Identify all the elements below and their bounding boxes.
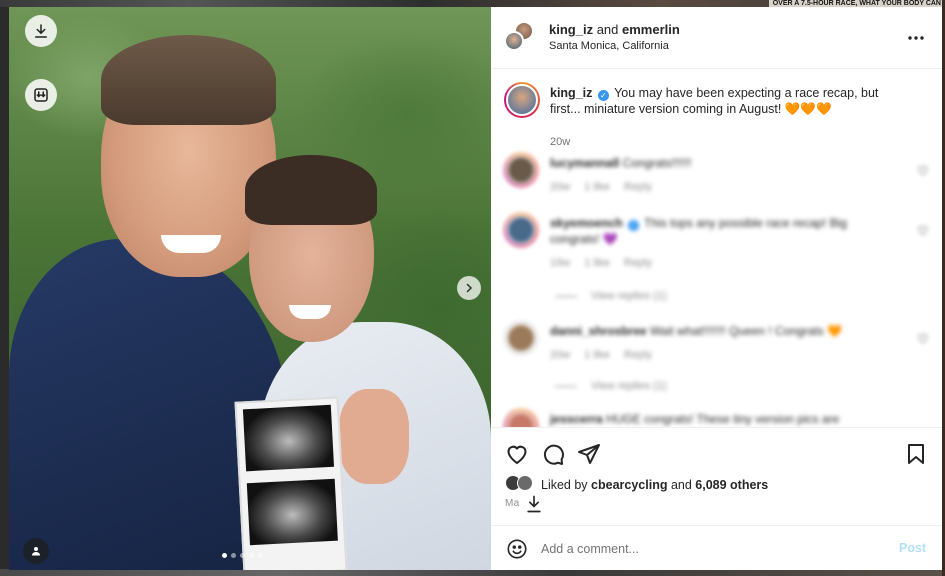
- comments-section[interactable]: king_iz ✓ You may have been expecting a …: [491, 69, 942, 427]
- comment-body: Congrats!!!!!!: [622, 156, 692, 170]
- comment-username[interactable]: danni_shrosbree: [550, 324, 647, 338]
- post-authors: king_iz and emmerlin: [549, 22, 680, 37]
- carousel-dot: [258, 553, 263, 558]
- liked-by-prefix: Liked by: [541, 478, 592, 492]
- comment-meta: 20w 1 like Reply: [550, 349, 666, 361]
- photo-woman-hair: [245, 155, 377, 225]
- carousel-dot: [240, 553, 245, 558]
- comment-time: 19w: [550, 257, 571, 269]
- comment-reply-button[interactable]: Reply: [624, 181, 652, 193]
- collab-avatars[interactable]: [504, 21, 534, 53]
- comment-text: danni_shrosbree Wait what!!!!!!! Queen !…: [550, 323, 880, 339]
- ultrasound-printout: [234, 396, 348, 570]
- post-media[interactable]: [9, 7, 491, 570]
- chevron-right-icon: [466, 283, 473, 293]
- post-date[interactable]: Ma: [505, 498, 520, 509]
- comment-meta: 19w 1 like Reply: [550, 257, 666, 269]
- liked-by-others[interactable]: 6,089 others: [695, 478, 768, 492]
- comment-username[interactable]: jesscerra: [550, 412, 603, 426]
- author-username[interactable]: emmerlin: [622, 22, 680, 37]
- download-icon: [35, 24, 47, 38]
- comment-text: skyemoench ✓ This tops any possible race…: [550, 215, 880, 247]
- carousel-indicator: [222, 553, 263, 558]
- caption-avatar[interactable]: [504, 82, 540, 118]
- next-image-button[interactable]: [457, 276, 481, 300]
- authors-conjunction: and: [593, 22, 622, 37]
- liked-by-username[interactable]: cbearcycling: [591, 478, 667, 492]
- liked-by-text: Liked by cbearcycling and 6,089 others: [541, 478, 768, 492]
- comment-time: 20w: [550, 181, 571, 193]
- post-location[interactable]: Santa Monica, California: [549, 40, 669, 52]
- photo-man-hair: [101, 35, 276, 125]
- more-horizontal-icon: [908, 36, 924, 40]
- caption-timestamp[interactable]: 20w: [550, 136, 570, 148]
- user-tag-icon: [32, 547, 40, 556]
- comment-time: 20w: [550, 349, 571, 361]
- comment-body: Wait what!!!!!!! Queen ! Congrats 🧡: [650, 324, 842, 338]
- user-tags-button[interactable]: [23, 538, 49, 564]
- comment-likes[interactable]: 1 like: [584, 181, 610, 193]
- comment-text: lucymannall Congrats!!!!!!: [550, 155, 880, 171]
- add-comment-bar: Post: [491, 525, 942, 570]
- emoji-smiley-icon[interactable]: [506, 538, 528, 560]
- post-detail-panel: king_iz and emmerlin Santa Monica, Calif…: [491, 7, 942, 570]
- comment-likes[interactable]: 1 like: [584, 257, 610, 269]
- liked-by-avatars[interactable]: [505, 475, 537, 493]
- feed-background-bottom: [0, 569, 945, 576]
- comment-likes[interactable]: 1 like: [584, 349, 610, 361]
- carousel-dot: [231, 553, 236, 558]
- comment-bubble-icon[interactable]: [541, 442, 565, 466]
- carousel-dot: [249, 553, 254, 558]
- comment-username[interactable]: lucymannall: [550, 156, 619, 170]
- comment-username[interactable]: skyemoench: [550, 216, 623, 230]
- comment-meta: 20w 1 like Reply: [550, 181, 666, 193]
- download-icon[interactable]: [524, 494, 544, 514]
- like-comment-icon[interactable]: [917, 164, 929, 176]
- share-send-icon[interactable]: [577, 442, 601, 466]
- comment-body: HUGE congrats! These tiny version pics a…: [606, 412, 840, 426]
- like-comment-icon[interactable]: [917, 332, 929, 344]
- comment-avatar[interactable]: [504, 321, 538, 355]
- ultrasound-frame: [242, 404, 335, 472]
- like-comment-icon[interactable]: [917, 224, 929, 236]
- view-replies-button[interactable]: View replies (1): [555, 290, 667, 302]
- author-username[interactable]: king_iz: [549, 22, 593, 37]
- liked-by-conjunction: and: [667, 478, 696, 492]
- carousel-dot: [222, 553, 227, 558]
- comment-text: jesscerra HUGE congrats! These tiny vers…: [550, 411, 880, 427]
- comment-input[interactable]: [541, 538, 881, 560]
- download-button[interactable]: [25, 15, 57, 47]
- avatar[interactable]: [504, 31, 524, 51]
- bookmark-save-icon[interactable]: [904, 442, 928, 466]
- post-actions: Liked by cbearcycling and 6,089 others M…: [491, 427, 942, 517]
- caption-text: king_iz ✓ You may have been expecting a …: [550, 85, 900, 117]
- post-header: king_iz and emmerlin Santa Monica, Calif…: [491, 7, 942, 69]
- comment-avatar[interactable]: [504, 409, 538, 427]
- comment-avatar[interactable]: [504, 153, 538, 187]
- verified-badge-icon: ✓: [597, 90, 609, 101]
- photo-man-smile: [161, 235, 221, 253]
- like-heart-icon[interactable]: [505, 442, 529, 466]
- comment-reply-button[interactable]: Reply: [624, 349, 652, 361]
- photo-hand: [339, 389, 409, 484]
- ultrasound-frame: [246, 478, 338, 546]
- download-all-button[interactable]: [25, 79, 57, 111]
- download-all-icon: [34, 88, 48, 102]
- caption-username[interactable]: king_iz: [550, 86, 592, 100]
- view-replies-button[interactable]: View replies (1): [555, 380, 667, 392]
- more-options-button[interactable]: [907, 29, 925, 47]
- comment-reply-button[interactable]: Reply: [624, 257, 652, 269]
- comment-avatar[interactable]: [504, 213, 538, 247]
- background-banner-text: OVER A 7.5-HOUR RACE, WHAT YOUR BODY CAN: [768, 0, 945, 7]
- verified-badge-icon: ✓: [628, 220, 640, 231]
- avatar: [517, 475, 533, 491]
- post-comment-button[interactable]: Post: [899, 541, 926, 555]
